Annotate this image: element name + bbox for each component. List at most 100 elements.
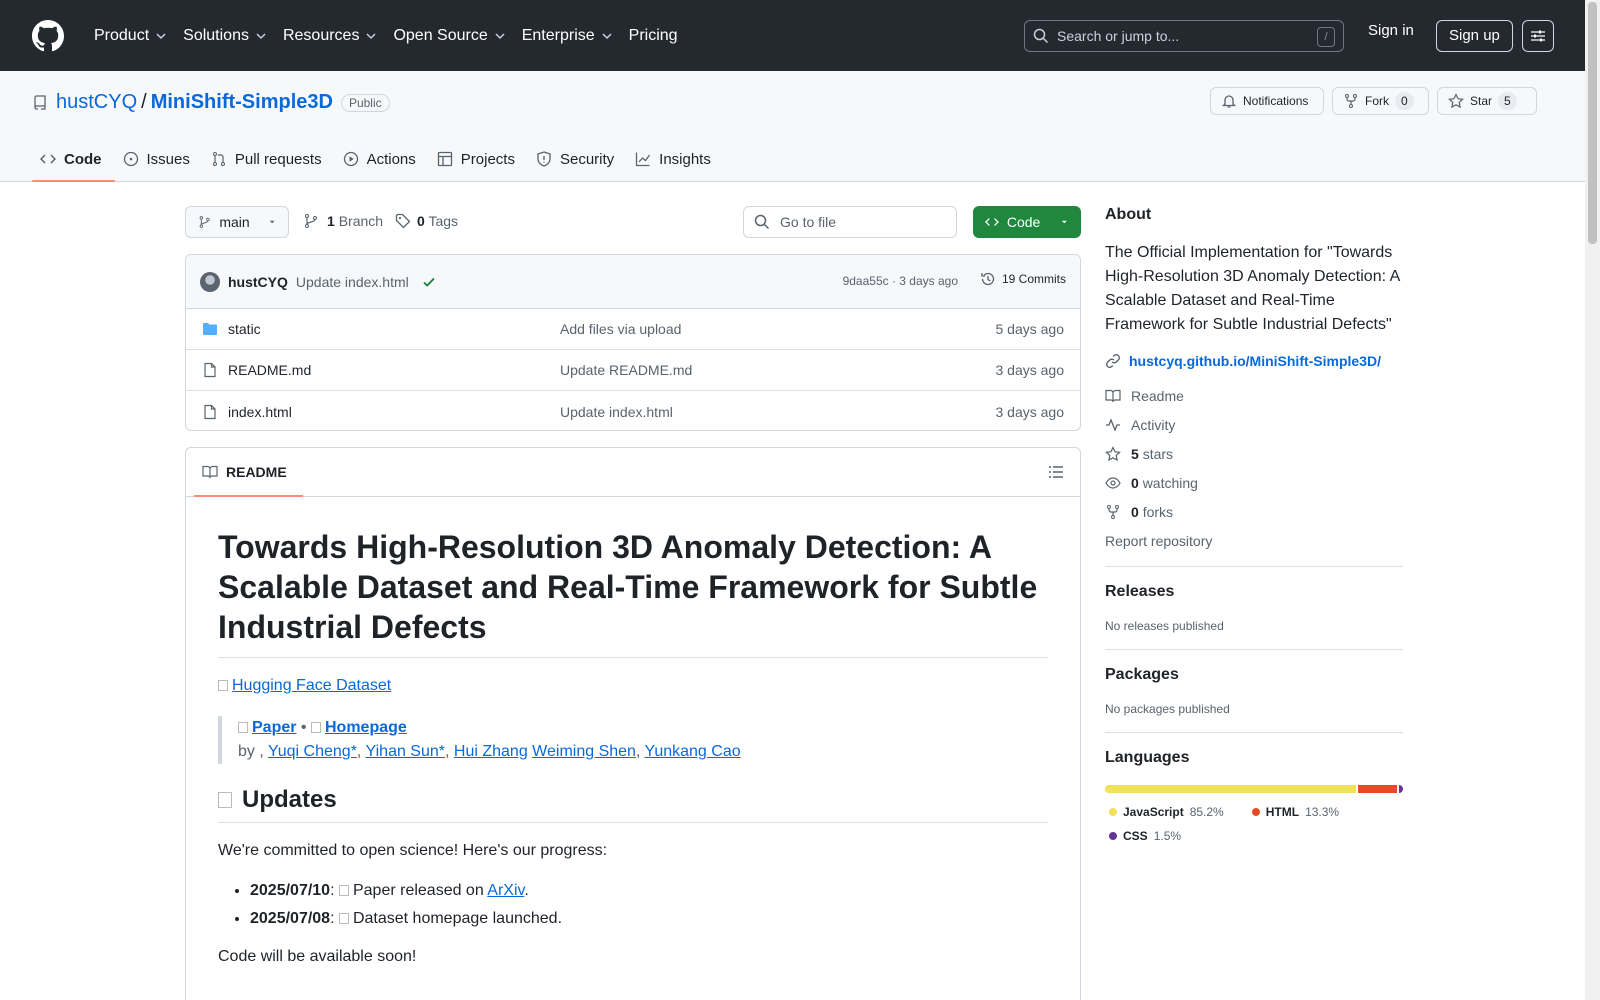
search-icon <box>754 214 770 230</box>
tags-link[interactable]: 0 Tags <box>417 213 458 229</box>
update-date: 2025/07/10 <box>250 882 331 899</box>
branch-tag-info: 1 Branch 0 Tags <box>303 213 458 229</box>
avatar[interactable] <box>200 271 220 292</box>
readme-link-label: Readme <box>1131 388 1184 404</box>
branches-link[interactable]: 1 Branch <box>327 213 383 229</box>
activity-label: Activity <box>1131 417 1176 433</box>
menu-button[interactable] <box>1522 20 1554 52</box>
language-color-dot <box>1109 808 1117 816</box>
paper-link[interactable]: Paper <box>252 719 296 736</box>
tab-insights[interactable]: Insights <box>627 136 724 182</box>
emoji-placeholder-icon <box>338 885 349 896</box>
file-commit-message[interactable]: Update README.md <box>560 362 692 378</box>
author-link[interactable]: Weiming Shen <box>532 743 636 760</box>
language-item[interactable]: CSS 1.5% <box>1109 829 1181 843</box>
file-name-link[interactable]: README.md <box>228 362 311 378</box>
sign-up-button[interactable]: Sign up <box>1436 20 1513 52</box>
commits-history-link[interactable]: 19 Commits <box>980 271 1066 287</box>
tab-code[interactable]: Code <box>32 136 115 182</box>
file-date: 3 days ago <box>995 403 1065 420</box>
page-scrollbar[interactable] <box>1585 0 1600 1000</box>
nav-pricing[interactable]: Pricing <box>621 18 686 54</box>
scrollbar-thumb[interactable] <box>1588 2 1597 244</box>
author-link[interactable]: Yunkang Cao <box>645 743 741 760</box>
packages-heading[interactable]: Packages <box>1105 666 1403 684</box>
repo-owner-link[interactable]: hustCYQ <box>56 91 137 114</box>
hf-dataset-link[interactable]: Hugging Face Dataset <box>232 677 391 694</box>
tab-security[interactable]: Security <box>528 136 627 182</box>
tab-issues[interactable]: Issues <box>115 136 203 182</box>
tags-count: 0 <box>417 213 425 229</box>
notifications-button[interactable]: Notifications <box>1210 87 1324 115</box>
stars-link[interactable]: 5 stars <box>1105 445 1403 463</box>
nav-open-source[interactable]: Open Source <box>385 18 513 54</box>
language-item[interactable]: HTML 13.3% <box>1251 805 1339 819</box>
readme-link[interactable]: Readme <box>1105 387 1403 405</box>
arxiv-link[interactable]: ArXiv <box>487 882 524 899</box>
tab-code-label: Code <box>64 150 102 168</box>
language-percent: 85.2% <box>1189 805 1224 819</box>
language-bar-segment <box>1105 785 1356 793</box>
file-icon <box>204 404 216 419</box>
repo-name-link[interactable]: MiniShift-Simple3D <box>151 91 333 114</box>
updates-list: 2025/07/10: Paper released on ArXiv. 202… <box>250 877 1048 933</box>
nav-resources[interactable]: Resources <box>275 18 385 54</box>
nav-enterprise[interactable]: Enterprise <box>514 18 621 54</box>
file-name-link[interactable]: static <box>228 321 261 337</box>
list-icon[interactable] <box>1048 464 1064 480</box>
language-item[interactable]: JavaScript 85.2% <box>1109 805 1224 819</box>
updates-heading: Updates <box>218 786 1048 823</box>
github-logo-icon[interactable] <box>32 19 64 52</box>
tab-actions[interactable]: Actions <box>335 136 429 182</box>
sign-in-link[interactable]: Sign in <box>1368 22 1414 39</box>
file-row[interactable]: static Add files via upload 5 days ago <box>186 309 1080 350</box>
nav-solutions[interactable]: Solutions <box>175 18 275 54</box>
branch-name: main <box>219 214 250 230</box>
tab-projects[interactable]: Projects <box>429 136 528 182</box>
file-row[interactable]: README.md Update README.md 3 days ago <box>186 350 1080 391</box>
nav-resources-label: Resources <box>282 26 360 44</box>
repo-sidebar: About The Official Implementation for "T… <box>1105 206 1403 847</box>
author-link[interactable]: Yihan Sun* <box>366 743 445 760</box>
forks-link[interactable]: 0 forks <box>1105 503 1403 521</box>
watching-link[interactable]: 0 watching <box>1105 474 1403 492</box>
language-name: JavaScript <box>1123 805 1184 819</box>
nav-product[interactable]: Product <box>86 18 175 54</box>
emoji-placeholder-icon <box>238 722 248 733</box>
update-text: Paper released on <box>352 882 488 899</box>
file-commit-message[interactable]: Update index.html <box>560 404 673 420</box>
file-browser: hustCYQ Update index.html 9daa55c · 3 da… <box>185 254 1081 431</box>
updates-intro: We're committed to open science! Here's … <box>218 842 608 859</box>
commit-message-link[interactable]: Update index.html <box>296 274 409 290</box>
author-link[interactable]: Hui Zhang <box>454 743 528 760</box>
branch-icon <box>199 216 210 228</box>
play-circle-icon <box>343 151 358 167</box>
language-name: CSS <box>1123 829 1148 843</box>
author-link[interactable]: Yuqi Cheng* <box>268 743 357 760</box>
homepage-link[interactable]: hustcyq.github.io/MiniShift-Simple3D/ <box>1105 353 1403 369</box>
releases-empty-text: No releases published <box>1105 619 1224 633</box>
tab-readme[interactable]: README <box>194 448 303 497</box>
branch-selector[interactable]: main <box>185 206 289 238</box>
language-list: JavaScript 85.2% HTML 13.3% CSS 1.5% <box>1105 799 1403 847</box>
readme-blockquote: Paper • Homepage by , Yuqi Cheng*, Yihan… <box>218 716 1048 764</box>
star-button[interactable]: Star 5 <box>1437 87 1537 115</box>
homepage-link[interactable]: Homepage <box>325 719 407 736</box>
tab-pull-requests[interactable]: Pull requests <box>203 136 335 182</box>
file-name-link[interactable]: index.html <box>228 404 292 420</box>
code-dropdown-button[interactable]: Code <box>973 206 1081 238</box>
global-search-input[interactable]: Search or jump to... / <box>1024 20 1344 52</box>
check-icon[interactable] <box>421 274 437 290</box>
file-commit-message[interactable]: Add files via upload <box>560 321 681 337</box>
report-repository-link[interactable]: Report repository <box>1105 532 1403 550</box>
commit-author-link[interactable]: hustCYQ <box>228 274 288 290</box>
sidebar-divider <box>1105 566 1403 567</box>
fork-button[interactable]: Fork 0 <box>1332 87 1429 115</box>
file-row[interactable]: index.html Update index.html 3 days ago <box>186 391 1080 430</box>
code-icon <box>985 218 999 226</box>
go-to-file-input[interactable]: Go to file <box>743 206 957 238</box>
packages-empty-text: No packages published <box>1105 702 1230 716</box>
releases-heading[interactable]: Releases <box>1105 583 1403 601</box>
file-date: 3 days ago <box>995 362 1065 378</box>
activity-link[interactable]: Activity <box>1105 416 1403 434</box>
